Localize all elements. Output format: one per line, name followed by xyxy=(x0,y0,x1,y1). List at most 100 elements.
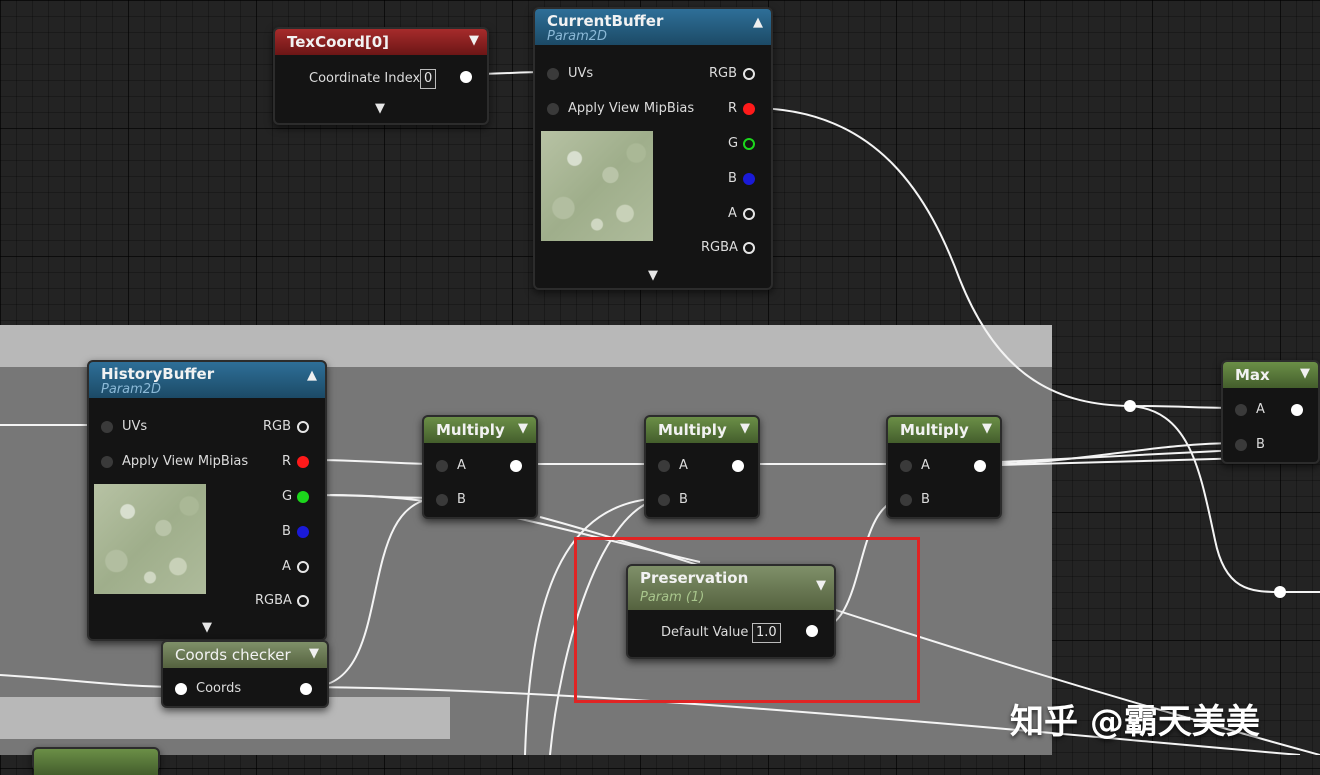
b-input-pin[interactable] xyxy=(658,494,670,506)
output-label: G xyxy=(282,489,293,504)
historybuffer-node[interactable]: HistoryBuffer Param2D ▲ UVs Apply View M… xyxy=(87,360,327,641)
partial-node-header xyxy=(34,749,158,775)
input-label: A xyxy=(679,458,688,473)
multiply-header[interactable]: Multiply ▼ xyxy=(424,417,536,443)
a-input-pin[interactable] xyxy=(658,460,670,472)
b-output-pin[interactable] xyxy=(743,173,755,185)
chevron-down-icon[interactable]: ▼ xyxy=(202,620,212,635)
partial-node[interactable] xyxy=(32,747,160,775)
a-output-pin[interactable] xyxy=(297,561,309,573)
coords-checker-node[interactable]: Coords checker ▼ Coords xyxy=(161,640,329,708)
texture-thumbnail xyxy=(94,484,206,594)
coords-checker-header[interactable]: Coords checker ▼ xyxy=(163,642,327,668)
chevron-down-icon[interactable]: ▼ xyxy=(982,421,992,436)
input-label: B xyxy=(1256,437,1265,452)
output-label: A xyxy=(728,206,737,221)
output-pin[interactable] xyxy=(1291,404,1303,416)
chevron-down-icon[interactable]: ▼ xyxy=(309,646,319,661)
input-label: B xyxy=(679,492,688,507)
chevron-up-icon[interactable]: ▲ xyxy=(753,15,763,30)
output-label: RGBA xyxy=(255,593,292,608)
input-label: A xyxy=(1256,402,1265,417)
node-title: Multiply xyxy=(436,421,505,439)
texcoord-node[interactable]: TexCoord[0] ▼ Coordinate Index 0 ▼ xyxy=(273,27,489,125)
input-label: UVs xyxy=(122,419,148,434)
b-input-pin[interactable] xyxy=(900,494,912,506)
multiply-header[interactable]: Multiply ▼ xyxy=(646,417,758,443)
node-subtitle: Param2D xyxy=(547,29,608,44)
chevron-up-icon[interactable]: ▲ xyxy=(307,368,317,383)
b-input-pin[interactable] xyxy=(436,494,448,506)
output-pin[interactable] xyxy=(732,460,744,472)
multiply-node-1[interactable]: Multiply ▼ A B xyxy=(422,415,538,519)
texcoord-header[interactable]: TexCoord[0] ▼ xyxy=(275,29,487,55)
uvs-input-pin[interactable] xyxy=(101,421,113,433)
output-label: A xyxy=(282,559,291,574)
node-title: Coords checker xyxy=(175,646,291,664)
node-title: Multiply xyxy=(658,421,727,439)
texture-thumbnail xyxy=(541,131,653,241)
output-label: B xyxy=(282,524,291,539)
output-label: RGB xyxy=(263,419,292,434)
chevron-down-icon[interactable]: ▼ xyxy=(469,33,479,48)
input-label: B xyxy=(457,492,466,507)
g-output-pin[interactable] xyxy=(297,491,309,503)
node-title: Max xyxy=(1235,366,1270,384)
output-pin[interactable] xyxy=(300,683,312,695)
chevron-down-icon[interactable]: ▼ xyxy=(740,421,750,436)
multiply-node-2[interactable]: Multiply ▼ A B xyxy=(644,415,760,519)
chevron-down-icon[interactable]: ▼ xyxy=(518,421,528,436)
reroute-node-lower xyxy=(1274,586,1286,598)
output-label: RGBA xyxy=(701,240,738,255)
input-label: B xyxy=(921,492,930,507)
r-output-pin[interactable] xyxy=(297,456,309,468)
mipbias-input-pin[interactable] xyxy=(101,456,113,468)
rgba-output-pin[interactable] xyxy=(743,242,755,254)
node-title: CurrentBuffer xyxy=(547,12,664,30)
currentbuffer-node[interactable]: CurrentBuffer Param2D ▲ UVs Apply View M… xyxy=(533,7,773,290)
watermark: 知乎 @霸天美美 xyxy=(1010,702,1260,742)
input-label: Coordinate Index xyxy=(309,71,421,86)
rgba-output-pin[interactable] xyxy=(297,595,309,607)
coords-input-pin[interactable] xyxy=(175,683,187,695)
output-pin[interactable] xyxy=(460,71,472,83)
currentbuffer-header[interactable]: CurrentBuffer Param2D ▲ xyxy=(535,9,771,45)
output-label: R xyxy=(728,101,738,116)
node-title: Multiply xyxy=(900,421,969,439)
a-input-pin[interactable] xyxy=(436,460,448,472)
material-graph-canvas[interactable]: TexCoord[0] ▼ Coordinate Index 0 ▼ Curre… xyxy=(0,0,1320,775)
rgb-output-pin[interactable] xyxy=(743,68,755,80)
chevron-down-icon[interactable]: ▼ xyxy=(375,101,385,116)
output-label: B xyxy=(728,171,737,186)
uvs-input-pin[interactable] xyxy=(547,68,559,80)
highlight-box xyxy=(574,537,920,703)
input-label: Apply View MipBias xyxy=(568,101,695,116)
output-pin[interactable] xyxy=(510,460,522,472)
b-input-pin[interactable] xyxy=(1235,439,1247,451)
a-input-pin[interactable] xyxy=(1235,404,1247,416)
historybuffer-header[interactable]: HistoryBuffer Param2D ▲ xyxy=(89,362,325,398)
max-node[interactable]: Max ▼ A B xyxy=(1221,360,1320,464)
chevron-down-icon[interactable]: ▼ xyxy=(1300,366,1310,381)
output-label: RGB xyxy=(709,66,738,81)
r-output-pin[interactable] xyxy=(743,103,755,115)
output-label: R xyxy=(282,454,292,469)
multiply-node-3[interactable]: Multiply ▼ A B xyxy=(886,415,1002,519)
input-label: A xyxy=(921,458,930,473)
chevron-down-icon[interactable]: ▼ xyxy=(648,268,658,283)
node-title: HistoryBuffer xyxy=(101,365,215,383)
rgb-output-pin[interactable] xyxy=(297,421,309,433)
multiply-header[interactable]: Multiply ▼ xyxy=(888,417,1000,443)
max-header[interactable]: Max ▼ xyxy=(1223,362,1318,388)
input-label: Apply View MipBias xyxy=(122,454,249,469)
input-label: UVs xyxy=(568,66,594,81)
b-output-pin[interactable] xyxy=(297,526,309,538)
mipbias-input-pin[interactable] xyxy=(547,103,559,115)
a-output-pin[interactable] xyxy=(743,208,755,220)
output-pin[interactable] xyxy=(974,460,986,472)
node-title: TexCoord[0] xyxy=(287,33,389,51)
g-output-pin[interactable] xyxy=(743,138,755,150)
a-input-pin[interactable] xyxy=(900,460,912,472)
coordinate-index-field[interactable]: 0 xyxy=(420,69,437,89)
node-subtitle: Param2D xyxy=(101,382,162,397)
